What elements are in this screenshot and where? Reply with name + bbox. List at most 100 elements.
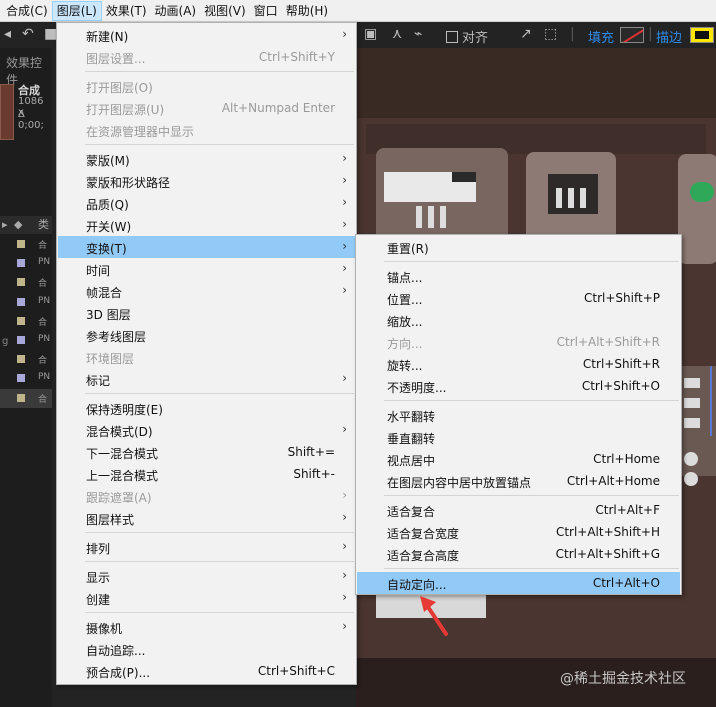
snap-icon[interactable]: ↗ (520, 26, 532, 42)
transform-menu-item-label: 位置... (387, 293, 423, 307)
menubar-item[interactable]: 帮助(H) (282, 1, 332, 21)
align-checkbox[interactable] (446, 30, 458, 43)
project-list-item[interactable]: 合 (0, 312, 52, 331)
transform-menu-item-label: 方向... (387, 337, 423, 351)
transform-menu-item[interactable]: 水平翻转 (357, 404, 680, 426)
transform-menu-item[interactable]: 重置(R) (357, 236, 680, 258)
project-list-item[interactable]: PN (0, 254, 52, 273)
layer-menu-item[interactable]: 排列 › (58, 536, 355, 558)
label-tag-icon[interactable]: ◆ (14, 216, 22, 234)
label-color-swatch[interactable] (17, 355, 25, 364)
menubar-item[interactable]: 动画(A) (151, 1, 201, 21)
layer-menu-item[interactable]: 变换(T) › (58, 236, 355, 258)
pin-3 (440, 206, 446, 228)
stroke-swatch[interactable] (690, 27, 714, 43)
puppet-pin-icon[interactable]: ⋏ (392, 26, 402, 42)
layer-menu-item[interactable]: 3D 图层 (58, 302, 355, 324)
layer-menu-item[interactable]: 保持透明度(E) (58, 397, 355, 419)
transform-menu-item[interactable]: 垂直翻转 (357, 426, 680, 448)
menubar-item[interactable]: 图层(L) (51, 0, 102, 21)
roto-brush-icon[interactable]: ⌁ (414, 26, 422, 42)
layer-menu-item[interactable]: 帧混合 › (58, 280, 355, 302)
sort-icon[interactable]: ▸ (2, 216, 8, 234)
transform-menu-item[interactable]: 位置... Ctrl+Shift+P (357, 287, 680, 309)
transform-menu-item[interactable]: 适合复合 Ctrl+Alt+F (357, 499, 680, 521)
project-list-item[interactable]: 合 (0, 235, 52, 254)
menubar-item[interactable]: 视图(V) (200, 1, 250, 21)
label-color-swatch[interactable] (17, 278, 25, 287)
transform-menu-item[interactable]: 适合复合宽度 Ctrl+Alt+Shift+H (357, 521, 680, 543)
label-color-swatch[interactable] (17, 240, 25, 248)
transform-menu-item-label: 缩放... (387, 315, 423, 329)
transform-menu-item-shortcut: Ctrl+Shift+R (582, 357, 660, 371)
layer-menu-item[interactable]: 开关(W) › (58, 214, 355, 236)
transform-menu-item-label: 旋转... (387, 359, 423, 373)
layer-menu-item-label: 混合模式(D) (86, 425, 153, 439)
align-toggle[interactable]: 对齐 (446, 27, 488, 46)
layer-menu-item-label: 打开图层(O) (86, 81, 153, 95)
layer-menu-item[interactable]: 摄像机 › (58, 616, 355, 638)
label-color-swatch[interactable] (17, 316, 25, 325)
stroke-label[interactable]: 描边 (656, 27, 682, 46)
layer-menu-item[interactable]: 图层样式 › (58, 507, 355, 529)
layer-menu-item-label: 图层设置... (86, 52, 146, 66)
layer-menu-item-label: 开关(W) (86, 220, 132, 234)
undo-icon[interactable]: ↶ (22, 26, 34, 42)
project-list-item[interactable]: PN (0, 293, 52, 312)
transform-menu-item[interactable]: 视点居中 Ctrl+Home (357, 448, 680, 470)
label-color-swatch[interactable] (17, 393, 25, 402)
transform-menu-item[interactable]: 锚点... (357, 265, 680, 287)
project-list-item[interactable]: 合 (0, 273, 52, 292)
divider-icon: | (648, 26, 653, 42)
layer-menu-item-label: 排列 (86, 542, 111, 556)
layer-menu-item[interactable]: 品质(Q) › (58, 192, 355, 214)
label-color-swatch[interactable] (17, 297, 25, 306)
label-color-swatch[interactable] (17, 259, 25, 268)
layer-menu-item[interactable]: 创建 › (58, 587, 355, 609)
layer-menu-item-label: 显示 (86, 571, 111, 585)
menubar-item[interactable]: 合成(C) (2, 1, 52, 21)
layer-menu-item[interactable]: 混合模式(D) › (58, 419, 355, 441)
menubar-item[interactable]: 效果(T) (102, 1, 151, 21)
vent-1 (684, 378, 700, 388)
layer-menu-item[interactable]: 自动追踪... (58, 638, 355, 660)
layer-menu-item-label: 新建(N) (86, 30, 129, 44)
submenu-chevron-icon: › (342, 488, 347, 502)
layer-menu-item[interactable]: 蒙版(M) › (58, 148, 355, 170)
layer-menu-item-label: 参考线图层 (86, 330, 147, 344)
transform-menu-item-shortcut: Ctrl+Shift+O (581, 379, 660, 393)
submenu-chevron-icon: › (342, 283, 347, 297)
layer-menu-item[interactable]: 显示 › (58, 565, 355, 587)
layer-menu-item[interactable]: 参考线图层 (58, 324, 355, 346)
transform-menu-item[interactable]: 自动定向... Ctrl+Alt+O (357, 572, 680, 594)
project-list-item[interactable]: PN (0, 369, 52, 388)
label-color-swatch[interactable] (17, 336, 25, 344)
layer-menu-item-label: 标记 (86, 374, 111, 388)
arrow-icon[interactable]: ◂ (4, 26, 11, 42)
fill-label[interactable]: 填充 (588, 27, 614, 46)
shape-tool-icon[interactable]: ▣ (364, 26, 377, 42)
transform-menu-item[interactable]: 旋转... Ctrl+Shift+R (357, 353, 680, 375)
mask-icon[interactable]: ⬚ (544, 26, 557, 42)
layer-menu-item[interactable]: 下一混合模式 Shift+= (58, 441, 355, 463)
layer-menu-item[interactable]: 新建(N) › (58, 24, 355, 46)
transform-menu-item-shortcut: Ctrl+Home (593, 452, 660, 466)
project-item-name: 合 (38, 279, 48, 290)
menubar-item[interactable]: 窗口 (250, 1, 282, 21)
project-list-item[interactable]: 合 (0, 388, 52, 408)
layer-menu-item[interactable]: 标记 › (58, 368, 355, 390)
type-column-header[interactable]: 类 (38, 218, 49, 231)
transform-menu-item-label: 适合复合 (387, 505, 436, 519)
transform-menu-item[interactable]: 缩放... (357, 309, 680, 331)
transform-menu-item[interactable]: 不透明度... Ctrl+Shift+O (357, 375, 680, 397)
layer-menu-item[interactable]: 蒙版和形状路径 › (58, 170, 355, 192)
layer-menu-item[interactable]: 时间 › (58, 258, 355, 280)
label-color-swatch[interactable] (17, 374, 25, 383)
transform-menu-item[interactable]: 在图层内容中居中放置锚点 Ctrl+Alt+Home (357, 470, 680, 492)
project-list-item[interactable]: 合 (0, 350, 52, 369)
fill-swatch[interactable] (620, 27, 644, 43)
menu-separator (384, 568, 679, 569)
layer-menu-item[interactable]: 预合成(P)... Ctrl+Shift+C (58, 660, 355, 682)
transform-menu-item[interactable]: 适合复合高度 Ctrl+Alt+Shift+G (357, 543, 680, 565)
layer-menu-item[interactable]: 上一混合模式 Shift+- (58, 463, 355, 485)
